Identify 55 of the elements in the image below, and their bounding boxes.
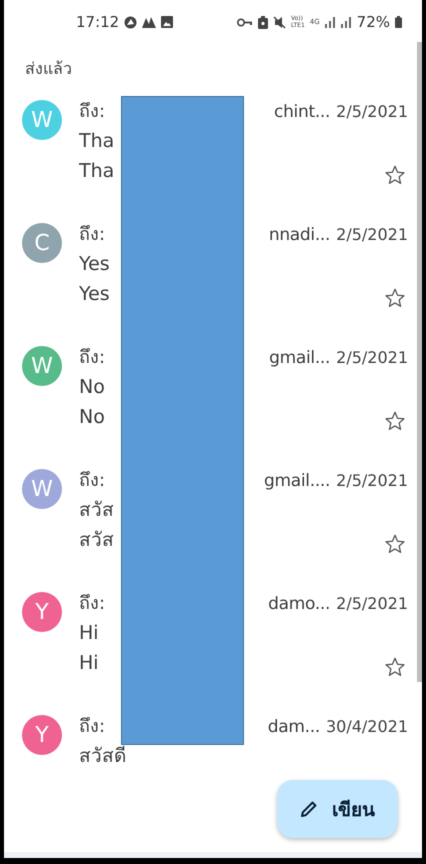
lock-icon	[258, 16, 268, 28]
recipient: chint...	[274, 102, 330, 122]
email-date: 2/5/2021	[336, 225, 408, 244]
star-icon[interactable]	[384, 164, 406, 186]
email-date: 30/4/2021	[326, 717, 408, 736]
signal-icon	[324, 16, 336, 28]
email-subject: สวัสดี	[79, 744, 126, 769]
recipient: ถึง:	[79, 223, 106, 247]
recipient: ถึง:	[79, 469, 106, 493]
clock-time: 17:12	[76, 13, 120, 31]
email-date: 2/5/2021	[336, 348, 408, 367]
recipient: gmail....	[264, 471, 330, 491]
avatar: W	[22, 100, 62, 140]
star-icon[interactable]	[384, 287, 406, 309]
folder-title: ส่งแล้ว	[24, 58, 73, 80]
email-date: 2/5/2021	[336, 471, 408, 490]
email-subject: สวัส	[79, 498, 114, 523]
avatar: W	[22, 469, 62, 509]
email-snippet: Tha	[79, 159, 114, 184]
email-date: 2/5/2021	[336, 594, 408, 613]
recipient: ถึง:	[79, 346, 106, 370]
email-snippet: No	[79, 405, 105, 430]
recipient: ถึง:	[79, 592, 106, 616]
avatar: W	[22, 346, 62, 386]
email-subject: Yes	[79, 252, 110, 277]
recipient: ถึง:	[79, 100, 106, 124]
recipient: nnadi...	[268, 225, 330, 245]
star-icon[interactable]	[384, 533, 406, 555]
battery-icon	[395, 16, 402, 28]
key-icon	[236, 18, 253, 26]
compose-button[interactable]: เขียน	[277, 780, 398, 838]
email-snippet: Hi	[79, 651, 99, 676]
email-snippet: Yes	[79, 282, 110, 307]
avatar: Y	[22, 715, 62, 755]
pencil-icon	[300, 800, 318, 818]
recipient: ถึง:	[79, 715, 106, 739]
email-subject: No	[79, 375, 105, 400]
mute-icon	[272, 16, 286, 28]
star-icon[interactable]	[384, 656, 406, 678]
notification-icon	[124, 16, 138, 28]
avatar: C	[22, 223, 62, 263]
email-date: 2/5/2021	[336, 102, 408, 121]
email-snippet: สวัส	[79, 528, 114, 553]
signal-icon	[340, 16, 352, 28]
scrollbar[interactable]	[417, 42, 422, 682]
battery-percent: 72%	[356, 13, 390, 31]
email-subject: Hi	[79, 621, 99, 646]
recipient: damo...	[268, 594, 330, 614]
mountain-icon	[142, 16, 156, 28]
avatar: Y	[22, 592, 62, 632]
star-icon[interactable]	[384, 410, 406, 432]
recipient: dam...	[268, 717, 320, 737]
image-icon	[161, 16, 174, 28]
recipient: gmail...	[269, 348, 330, 368]
email-subject: Tha	[79, 129, 114, 154]
